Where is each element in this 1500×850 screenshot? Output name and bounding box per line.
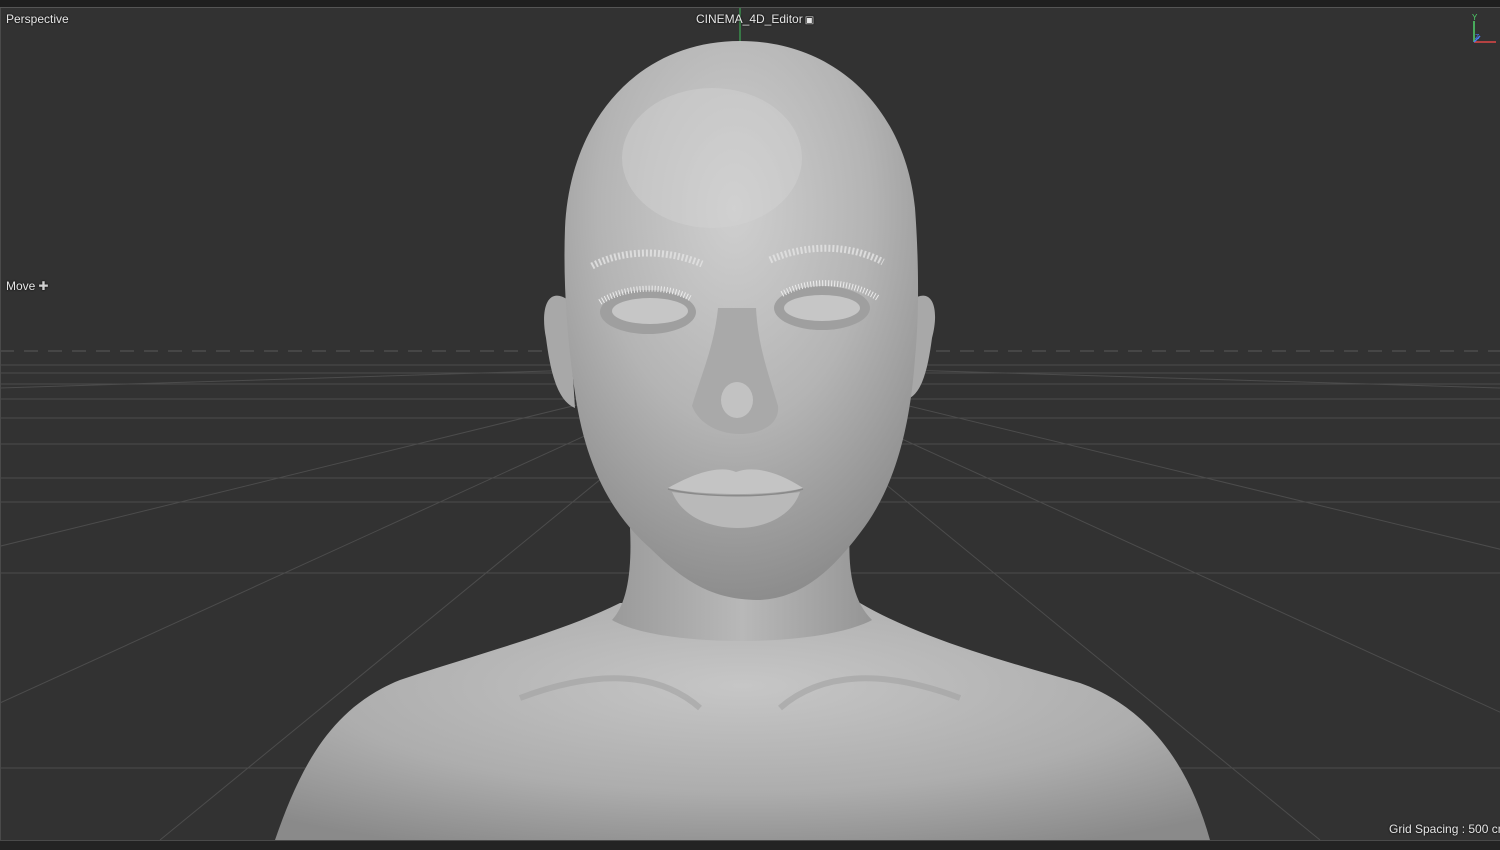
viewport-left-border <box>0 8 1 840</box>
viewport-scene[interactable] <box>0 8 1500 840</box>
window-top-bar <box>0 0 1500 8</box>
axis-y-label: Y <box>1472 13 1478 22</box>
nose-highlight <box>721 382 753 418</box>
left-eyelid <box>612 298 688 324</box>
active-camera-label[interactable]: CINEMA_4D_Editor ▣ <box>696 12 814 28</box>
move-cross-icon: ✚ <box>38 279 49 293</box>
axis-gizmo-icon: Y Z <box>1472 13 1496 43</box>
camera-name-text: CINEMA_4D_Editor <box>696 12 803 26</box>
axis-z-label: Z <box>1475 34 1480 41</box>
forehead-highlight <box>622 88 802 228</box>
camera-mode-text: Perspective <box>6 12 69 26</box>
camera-icon: ▣ <box>804 15 815 26</box>
camera-mode-label[interactable]: Perspective <box>6 12 69 26</box>
right-eyelid <box>784 295 860 321</box>
active-tool-text: Move <box>6 279 36 293</box>
grid-spacing-text: Grid Spacing : 500 cm <box>1389 822 1500 836</box>
active-tool-label: Move ✚ <box>6 279 48 293</box>
grid-spacing-label: Grid Spacing : 500 cm <box>1389 822 1500 836</box>
perspective-viewport[interactable]: Perspective CINEMA_4D_Editor ▣ Move ✚ Grid… <box>0 8 1500 840</box>
